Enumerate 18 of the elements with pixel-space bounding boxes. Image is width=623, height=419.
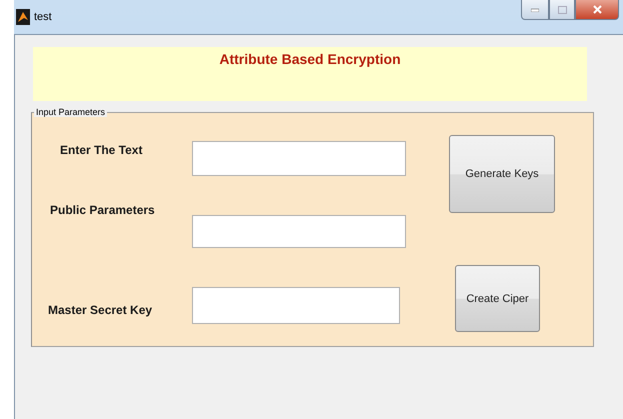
input-field[interactable] xyxy=(192,287,400,324)
window-title: test xyxy=(34,11,52,23)
close-button[interactable] xyxy=(575,0,619,20)
field-label: Master Secret Key xyxy=(48,303,152,317)
generate-keys-button[interactable]: Generate Keys xyxy=(449,135,555,213)
field-label: Public Parameters xyxy=(50,203,155,217)
maximize-button[interactable] xyxy=(549,0,575,20)
panel-title: Input Parameters xyxy=(34,107,108,117)
input-field[interactable] xyxy=(192,215,406,248)
banner-title: Attribute Based Encryption xyxy=(219,51,401,69)
app-icon xyxy=(16,9,30,25)
maximize-icon xyxy=(558,6,566,14)
create-cipher-button[interactable]: Create Ciper xyxy=(455,265,540,332)
minimize-button[interactable] xyxy=(521,0,549,20)
close-icon xyxy=(592,5,602,14)
field-label: Enter The Text xyxy=(60,143,142,157)
minimize-icon xyxy=(531,8,539,12)
input-field[interactable] xyxy=(192,141,406,176)
